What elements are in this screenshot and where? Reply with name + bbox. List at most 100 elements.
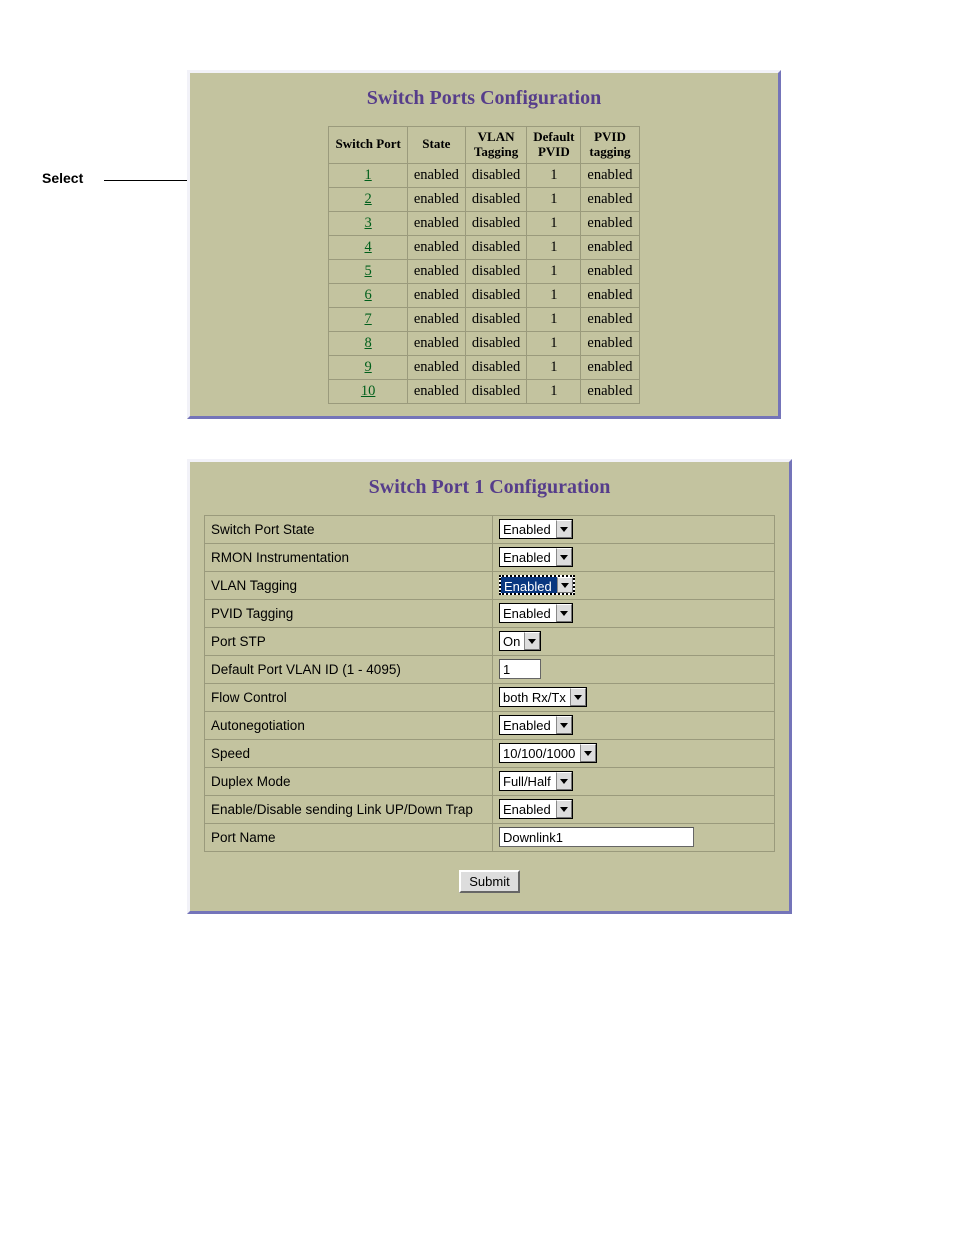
port-link-3[interactable]: 3: [365, 215, 372, 231]
cell-state: enabled: [407, 283, 465, 307]
cell-pvid: 1: [527, 307, 581, 331]
ports-table: Switch Port State VLAN Tagging Default P…: [328, 126, 639, 404]
cell-state: enabled: [407, 187, 465, 211]
col-vlan-tagging: VLAN Tagging: [465, 127, 526, 164]
table-row: 6enableddisabled1enabled: [329, 283, 639, 307]
table-row: 4enableddisabled1enabled: [329, 235, 639, 259]
input-default-vlan-id[interactable]: [499, 659, 541, 679]
label-vlan-tagging: VLAN Tagging: [205, 571, 493, 599]
chevron-down-icon[interactable]: [556, 800, 572, 818]
port-link-1[interactable]: 1: [365, 167, 372, 183]
table-row: 8enableddisabled1enabled: [329, 331, 639, 355]
table-row: 3enableddisabled1enabled: [329, 211, 639, 235]
select-speed[interactable]: 10/100/1000: [499, 743, 597, 763]
cell-pvid: 1: [527, 259, 581, 283]
cell-vlan: disabled: [465, 187, 526, 211]
cell-state: enabled: [407, 379, 465, 403]
chevron-down-icon[interactable]: [556, 604, 572, 622]
cell-pvid: 1: [527, 355, 581, 379]
config-table: Switch Port State Enabled RMON Instrumen…: [204, 515, 775, 852]
cell-pvid: 1: [527, 187, 581, 211]
port-link-7[interactable]: 7: [365, 311, 372, 327]
label-speed: Speed: [205, 739, 493, 767]
select-flow-control[interactable]: both Rx/Tx: [499, 687, 587, 707]
cell-state: enabled: [407, 259, 465, 283]
cell-pvid: 1: [527, 235, 581, 259]
port-link-2[interactable]: 2: [365, 191, 372, 207]
cell-pvidtag: enabled: [581, 379, 639, 403]
table-row: 5enableddisabled1enabled: [329, 259, 639, 283]
cell-pvidtag: enabled: [581, 331, 639, 355]
select-switch-port-state[interactable]: Enabled: [499, 519, 573, 539]
select-annotation: Select: [42, 170, 83, 186]
input-port-name[interactable]: [499, 827, 694, 847]
cell-vlan: disabled: [465, 379, 526, 403]
port-link-9[interactable]: 9: [365, 359, 372, 375]
col-state: State: [407, 127, 465, 164]
cell-vlan: disabled: [465, 235, 526, 259]
chevron-down-icon[interactable]: [570, 688, 586, 706]
submit-button[interactable]: Submit: [459, 870, 519, 893]
select-rmon[interactable]: Enabled: [499, 547, 573, 567]
label-default-vlan-id: Default Port VLAN ID (1 - 4095): [205, 655, 493, 683]
cell-state: enabled: [407, 307, 465, 331]
select-port-stp[interactable]: On: [499, 631, 541, 651]
select-pvid-tagging[interactable]: Enabled: [499, 603, 573, 623]
cell-pvidtag: enabled: [581, 307, 639, 331]
cell-pvid: 1: [527, 211, 581, 235]
port-link-10[interactable]: 10: [361, 383, 376, 399]
label-switch-port-state: Switch Port State: [205, 515, 493, 543]
label-port-stp: Port STP: [205, 627, 493, 655]
chevron-down-icon[interactable]: [556, 548, 572, 566]
label-link-trap: Enable/Disable sending Link UP/Down Trap: [205, 795, 493, 823]
chevron-down-icon[interactable]: [524, 632, 540, 650]
cell-pvidtag: enabled: [581, 211, 639, 235]
table-row: 1enableddisabled1enabled: [329, 163, 639, 187]
config-panel-title: Switch Port 1 Configuration: [204, 476, 775, 499]
cell-pvid: 1: [527, 283, 581, 307]
label-pvid-tagging: PVID Tagging: [205, 599, 493, 627]
cell-state: enabled: [407, 235, 465, 259]
select-vlan-tagging[interactable]: Enabled: [499, 575, 575, 595]
ports-panel: Switch Ports Configuration Switch Port S…: [187, 70, 781, 419]
chevron-down-icon[interactable]: [556, 520, 572, 538]
table-row: 9enableddisabled1enabled: [329, 355, 639, 379]
cell-pvidtag: enabled: [581, 163, 639, 187]
ports-panel-title: Switch Ports Configuration: [204, 87, 764, 110]
port-link-8[interactable]: 8: [365, 335, 372, 351]
cell-vlan: disabled: [465, 331, 526, 355]
cell-vlan: disabled: [465, 307, 526, 331]
cell-pvidtag: enabled: [581, 355, 639, 379]
label-duplex-mode: Duplex Mode: [205, 767, 493, 795]
chevron-down-icon[interactable]: [580, 744, 596, 762]
cell-state: enabled: [407, 331, 465, 355]
chevron-down-icon[interactable]: [556, 716, 572, 734]
col-pvid-tagging: PVID tagging: [581, 127, 639, 164]
cell-state: enabled: [407, 355, 465, 379]
select-duplex-mode[interactable]: Full/Half: [499, 771, 573, 791]
port-link-4[interactable]: 4: [365, 239, 372, 255]
label-rmon: RMON Instrumentation: [205, 543, 493, 571]
port-link-6[interactable]: 6: [365, 287, 372, 303]
cell-pvidtag: enabled: [581, 235, 639, 259]
cell-vlan: disabled: [465, 259, 526, 283]
cell-vlan: disabled: [465, 283, 526, 307]
select-autonegotiation[interactable]: Enabled: [499, 715, 573, 735]
cell-vlan: disabled: [465, 355, 526, 379]
chevron-down-icon[interactable]: [557, 577, 573, 593]
cell-pvid: 1: [527, 163, 581, 187]
port-link-5[interactable]: 5: [365, 263, 372, 279]
table-row: 10enableddisabled1enabled: [329, 379, 639, 403]
chevron-down-icon[interactable]: [556, 772, 572, 790]
cell-state: enabled: [407, 163, 465, 187]
label-autonegotiation: Autonegotiation: [205, 711, 493, 739]
cell-pvidtag: enabled: [581, 259, 639, 283]
col-default-pvid: Default PVID: [527, 127, 581, 164]
cell-pvid: 1: [527, 331, 581, 355]
select-link-trap[interactable]: Enabled: [499, 799, 573, 819]
cell-state: enabled: [407, 211, 465, 235]
table-row: 2enableddisabled1enabled: [329, 187, 639, 211]
cell-vlan: disabled: [465, 211, 526, 235]
cell-pvid: 1: [527, 379, 581, 403]
label-flow-control: Flow Control: [205, 683, 493, 711]
